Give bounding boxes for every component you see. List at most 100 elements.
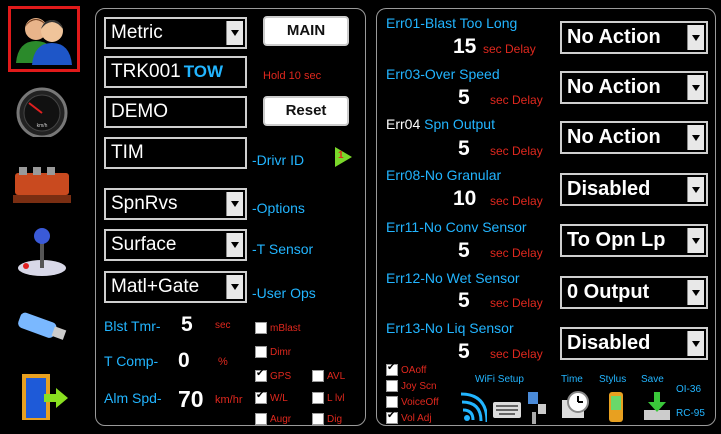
sidebar-usb-button[interactable] xyxy=(8,296,76,358)
err13-action-dropdown[interactable]: Disabled xyxy=(560,327,708,360)
err13-label: Err13-No Liq Sensor xyxy=(386,320,514,336)
checkbox-box xyxy=(312,370,324,382)
options-dropdown[interactable]: SpnRvs xyxy=(104,188,247,220)
units-value: Metric xyxy=(111,22,163,43)
vol-adj-checkbox[interactable]: Vol Adj xyxy=(386,410,432,424)
oaoff-checkbox[interactable]: OAoff xyxy=(386,362,426,376)
checkbox-box xyxy=(255,346,267,358)
version-oi: OI-36 xyxy=(676,384,702,395)
err04-delay-value[interactable]: 5 xyxy=(458,137,470,161)
checkbox-box xyxy=(386,396,398,408)
chevron-down-icon xyxy=(687,280,704,305)
units-dropdown[interactable]: Metric xyxy=(104,17,247,49)
checkbox-box xyxy=(386,362,398,376)
checkbox-box xyxy=(386,380,398,392)
t-sensor-dropdown[interactable]: Surface xyxy=(104,229,247,261)
checkbox-label: VoiceOff xyxy=(401,396,439,408)
network-button[interactable] xyxy=(526,390,550,429)
chevron-down-icon xyxy=(687,331,704,356)
wl-checkbox[interactable]: W/L xyxy=(255,390,288,404)
sidebar-valves-button[interactable] xyxy=(8,154,76,216)
chevron-down-icon xyxy=(687,75,704,100)
err01-action-dropdown[interactable]: No Action xyxy=(560,21,708,54)
err13-delay-value[interactable]: 5 xyxy=(458,340,470,364)
err04-text: Spn Output xyxy=(424,116,495,132)
save-button[interactable] xyxy=(642,390,672,427)
driver-value: TIM xyxy=(111,142,144,163)
augr-checkbox[interactable]: Augr xyxy=(255,413,291,425)
wifi-setup-label: WiFi Setup xyxy=(475,374,524,385)
err11-delay-value[interactable]: 5 xyxy=(458,239,470,263)
blast-timer-value[interactable]: 5 xyxy=(181,313,193,337)
t-comp-value[interactable]: 0 xyxy=(178,349,190,373)
user-ops-dropdown[interactable]: Matl+Gate xyxy=(104,271,247,303)
err13-delay-unit: sec Delay xyxy=(490,347,543,361)
err08-label: Err08-No Granular xyxy=(386,167,502,183)
err03-delay-value[interactable]: 5 xyxy=(458,86,470,110)
checkbox-box xyxy=(255,322,267,334)
checkbox-label: L lvl xyxy=(327,392,345,404)
user-ops-label: -User Ops xyxy=(252,285,316,301)
err13-action-value: Disabled xyxy=(567,332,651,354)
err04-action-dropdown[interactable]: No Action xyxy=(560,121,708,154)
alarm-speed-unit: km/hr xyxy=(215,394,243,406)
err11-action-dropdown[interactable]: To Opn Lp xyxy=(560,224,708,257)
dimr-checkbox[interactable]: Dimr xyxy=(255,346,291,358)
voice-off-checkbox[interactable]: VoiceOff xyxy=(386,396,439,408)
t-comp-label: T Comp- xyxy=(104,353,159,369)
chevron-down-icon xyxy=(226,192,243,216)
checkbox-label: Dig xyxy=(327,413,343,425)
err12-delay-unit: sec Delay xyxy=(490,296,543,310)
blast-timer-unit: sec xyxy=(215,320,231,331)
err01-delay-value[interactable]: 15 xyxy=(453,35,476,59)
demo-field[interactable]: DEMO xyxy=(104,96,247,128)
main-button[interactable]: MAIN xyxy=(263,16,349,46)
save-label: Save xyxy=(641,374,664,385)
time-button[interactable] xyxy=(560,390,590,427)
checkbox-label: W/L xyxy=(270,392,288,404)
checkbox-label: Vol Adj xyxy=(401,412,432,424)
err04-action-value: No Action xyxy=(567,126,661,148)
joy-scn-checkbox[interactable]: Joy Scn xyxy=(386,380,437,392)
gps-checkbox[interactable]: GPS xyxy=(255,368,292,382)
checkbox-label: GPS xyxy=(270,370,292,382)
mblast-checkbox[interactable]: mBlast xyxy=(255,322,301,334)
err08-delay-unit: sec Delay xyxy=(490,194,543,208)
chevron-down-icon xyxy=(687,177,704,202)
hydraulic-valve-icon xyxy=(13,167,71,203)
options-value: SpnRvs xyxy=(111,193,178,214)
err08-action-dropdown[interactable]: Disabled xyxy=(560,173,708,206)
err03-label: Err03-Over Speed xyxy=(386,66,500,82)
err04-label: Err04 Spn Output xyxy=(386,116,495,132)
sidebar-users-button[interactable] xyxy=(8,6,80,72)
driver-next-button[interactable]: 1 xyxy=(333,146,353,173)
clock-icon xyxy=(562,391,589,418)
dig-checkbox[interactable]: Dig xyxy=(312,413,342,425)
keyboard-button[interactable] xyxy=(493,400,521,425)
driver-field[interactable]: TIM xyxy=(104,137,247,169)
avl-checkbox[interactable]: AVL xyxy=(312,370,345,382)
sidebar-gauge-button[interactable]: km/h xyxy=(8,80,76,142)
driver-id-label: -Drivr ID xyxy=(252,152,305,168)
alarm-speed-value[interactable]: 70 xyxy=(178,386,204,413)
chevron-down-icon xyxy=(226,21,243,45)
err03-delay-unit: sec Delay xyxy=(490,93,543,107)
err12-action-dropdown[interactable]: 0 Output xyxy=(560,276,708,309)
err12-delay-value[interactable]: 5 xyxy=(458,289,470,313)
chevron-down-icon xyxy=(226,275,243,299)
sidebar-exit-button[interactable] xyxy=(8,366,76,428)
reset-button[interactable]: Reset xyxy=(263,96,349,126)
sidebar-joystick-button[interactable] xyxy=(8,220,76,282)
checkbox-label: Dimr xyxy=(270,346,292,358)
users-icon xyxy=(16,18,72,65)
err11-action-value: To Opn Lp xyxy=(567,229,666,251)
truck-id-field[interactable]: TRK001 TOW xyxy=(104,56,247,88)
stylus-device-icon xyxy=(609,392,623,422)
stylus-button[interactable] xyxy=(607,390,625,429)
err08-delay-value[interactable]: 10 xyxy=(453,187,476,211)
wifi-button[interactable] xyxy=(459,390,489,429)
time-label: Time xyxy=(561,374,583,385)
err03-action-dropdown[interactable]: No Action xyxy=(560,71,708,104)
l-lvl-checkbox[interactable]: L lvl xyxy=(312,392,344,404)
err12-action-value: 0 Output xyxy=(567,281,650,303)
